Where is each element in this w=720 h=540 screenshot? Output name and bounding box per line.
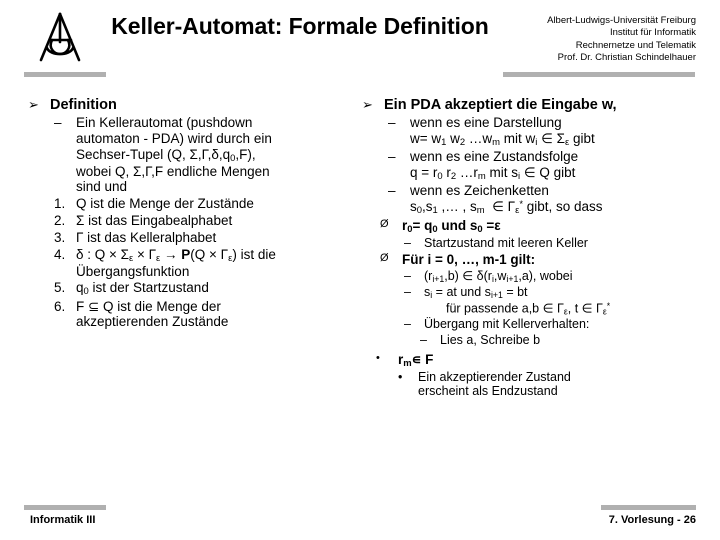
condition-line-2: q = r0 r2 …rm mit si ∈ Q gibt: [410, 164, 576, 182]
item-number: 3.: [54, 229, 66, 245]
header-divider-right: [503, 72, 695, 77]
start-condition-text: r0= q0 und s0 =ε: [402, 217, 501, 235]
definition-block: – Ein Kellerautomat (pushdown automaton …: [28, 115, 358, 195]
item-text: F ⊆ Q ist die Menge der akzeptierenden Z…: [76, 299, 358, 331]
left-heading-label: Definition: [50, 97, 117, 113]
definition-line-5: sind und: [76, 179, 128, 195]
dash-bullet-icon: –: [404, 235, 411, 250]
dash-bullet-icon: –: [404, 285, 411, 300]
condition-item-2: – wenn es eine Zustandsfolge q = r0 r2 ……: [362, 149, 702, 182]
condition-line-1: wenn es eine Darstellung: [410, 114, 562, 130]
dash-bullet-icon: –: [388, 148, 396, 164]
item-number: 2.: [54, 212, 66, 228]
dash-bullet-icon: –: [404, 317, 411, 332]
condition-line-1: wenn es Zeichenketten: [410, 182, 549, 198]
albert-ludwigs-universitaet-freiburg-logo: [30, 8, 90, 68]
item-number: 5.: [54, 280, 66, 296]
footer-divider-left: [24, 505, 106, 510]
transition-detail-text: Lies a, Schreibe b: [440, 332, 541, 347]
start-condition-sub-row: – Startzustand mit leeren Keller: [362, 236, 702, 251]
induction-heading-text: Für i = 0, …, m-1 gilt:: [402, 252, 536, 268]
numbered-item-4: 4. δ : Q × Σε × Γε → P(Q × Γε) ist die Ü…: [28, 247, 358, 280]
definition-line-3: Sechser-Tupel (Q, Σ,Γ,δ,q0,F),: [76, 146, 256, 164]
condition-line-2: w= w1 w2 …wm mit wi ∈ Σε gibt: [410, 130, 595, 148]
induction-item-2: – si = at und si+1 = bt für passende a,b…: [362, 285, 702, 316]
dash-bullet-icon: –: [54, 114, 62, 130]
affiliation-block: Albert-Ludwigs-Universität Freiburg Inst…: [481, 15, 696, 64]
condition-line-2: s0,s1 ,… , sm ∈ Γε* gibt, so dass: [410, 198, 603, 216]
item-text-line-2: akzeptierenden Zustände: [76, 314, 229, 330]
induction-item-text: si = at und si+1 = bt für passende a,b ∈…: [424, 285, 702, 316]
arrow-bullet-icon: ➢: [28, 97, 39, 112]
item-text: Γ ist das Kelleralphabet: [76, 229, 217, 245]
arrow-bullet-icon: ➢: [362, 97, 373, 112]
right-heading-label: Ein PDA akzeptiert die Eingabe w,: [384, 97, 617, 113]
dash-bullet-icon: –: [404, 269, 411, 284]
transition-label-text: Übergang mit Kellerverhalten:: [424, 317, 590, 332]
condition-line-1: wenn es eine Zustandsfolge: [410, 148, 579, 164]
oe-bullet-icon: Ø: [380, 252, 389, 265]
definition-text: Ein Kellerautomat (pushdown automaton - …: [76, 115, 358, 195]
induction-heading-row: Ø Für i = 0, …, m-1 gilt:: [362, 252, 702, 268]
dash-bullet-icon: –: [420, 332, 427, 347]
header-divider-left: [24, 72, 106, 77]
dot-bullet-icon: •: [376, 351, 380, 364]
numbered-item-3: 3. Γ ist das Kelleralphabet: [28, 230, 358, 246]
dot-bullet-icon: •: [398, 369, 403, 384]
definition-line-4: wobei Q, Σ,Γ,F endliche Mengen: [76, 163, 270, 179]
right-content-column: ➢ Ein PDA akzeptiert die Eingabe w, – we…: [362, 96, 702, 399]
item-text-line-1: F ⊆ Q ist die Menge der: [76, 298, 221, 314]
affiliation-line-2: Institut für Informatik: [609, 27, 696, 39]
condition-text: wenn es Zeichenketten s0,s1 ,… , sm ∈ Γε…: [410, 183, 702, 216]
item-text-line-2: Übergangsfunktion: [76, 263, 190, 279]
item-number: 6.: [54, 298, 66, 314]
left-heading-row: ➢ Definition: [28, 97, 358, 114]
left-content-column: ➢ Definition – Ein Kellerautomat (pushdo…: [28, 96, 358, 330]
oe-bullet-icon: Ø: [380, 217, 389, 230]
numbered-item-5: 5. q0 ist der Startzustand: [28, 280, 358, 297]
footer-course-label: Informatik III: [30, 514, 96, 526]
definition-line-2: automaton - PDA) wird durch ein: [76, 130, 272, 146]
item-text: Σ ist das Eingabealphabet: [76, 212, 233, 228]
dash-bullet-icon: –: [388, 182, 396, 198]
final-detail-row: • Ein akzeptierender Zustand erscheint a…: [362, 370, 702, 399]
page-title: Keller-Automat: Formale Definition: [111, 13, 489, 39]
dash-bullet-icon: –: [388, 114, 396, 130]
start-condition-row: Ø r0= q0 und s0 =ε: [362, 218, 702, 235]
slide: Keller-Automat: Formale Definition Alber…: [0, 0, 720, 540]
final-detail-text: Ein akzeptierender Zustand erscheint als…: [418, 370, 702, 399]
final-condition-text: rm∊ F: [398, 351, 434, 369]
numbered-item-2: 2. Σ ist das Eingabealphabet: [28, 213, 358, 229]
start-condition-sub-text: Startzustand mit leeren Keller: [424, 235, 588, 250]
final-detail-line-1: Ein akzeptierender Zustand: [418, 369, 571, 384]
item-number: 4.: [54, 246, 66, 262]
transition-detail-row: – Lies a, Schreibe b: [362, 333, 702, 348]
induction-item-text: (ri+1,b) ∈ δ(ri,wi+1,a), wobei: [424, 269, 573, 285]
final-condition-row: • rm∊ F: [362, 352, 702, 369]
final-detail-line-2: erscheint als Endzustand: [418, 384, 558, 399]
induction-item-line-1: si = at und si+1 = bt: [424, 285, 528, 301]
item-text: Q ist die Menge der Zustände: [76, 196, 254, 212]
affiliation-line-1: Albert-Ludwigs-Universität Freiburg: [547, 15, 696, 26]
affiliation-line-3: Rechnernetze und Telematik: [575, 39, 696, 51]
item-number: 1.: [54, 196, 66, 212]
item-text: q0 ist der Startzustand: [76, 280, 209, 298]
condition-text: wenn es eine Darstellung w= w1 w2 …wm mi…: [410, 115, 702, 148]
induction-item-1: – (ri+1,b) ∈ δ(ri,wi+1,a), wobei: [362, 269, 702, 284]
footer-divider-right: [601, 505, 696, 510]
affiliation-line-4: Prof. Dr. Christian Schindelhauer: [557, 52, 696, 64]
transition-label-row: – Übergang mit Kellerverhalten:: [362, 317, 702, 332]
footer-slide-label: 7. Vorlesung - 26: [608, 514, 696, 526]
item-text: δ : Q × Σε × Γε → P(Q × Γε) ist die Über…: [76, 247, 358, 280]
right-heading-row: ➢ Ein PDA akzeptiert die Eingabe w,: [362, 97, 702, 114]
item-text-line-1: δ : Q × Σε × Γε → P(Q × Γε) ist die: [76, 246, 276, 264]
induction-item-line-2: für passende a,b ∈ Γε, t ∈ Γε*: [446, 300, 611, 317]
condition-item-1: – wenn es eine Darstellung w= w1 w2 …wm …: [362, 115, 702, 148]
condition-item-3: – wenn es Zeichenketten s0,s1 ,… , sm ∈ …: [362, 183, 702, 216]
numbered-item-6: 6. F ⊆ Q ist die Menge der akzeptierende…: [28, 299, 358, 331]
definition-line-1: Ein Kellerautomat (pushdown: [76, 114, 253, 130]
numbered-item-1: 1. Q ist die Menge der Zustände: [28, 196, 358, 212]
condition-text: wenn es eine Zustandsfolge q = r0 r2 …rm…: [410, 149, 702, 182]
